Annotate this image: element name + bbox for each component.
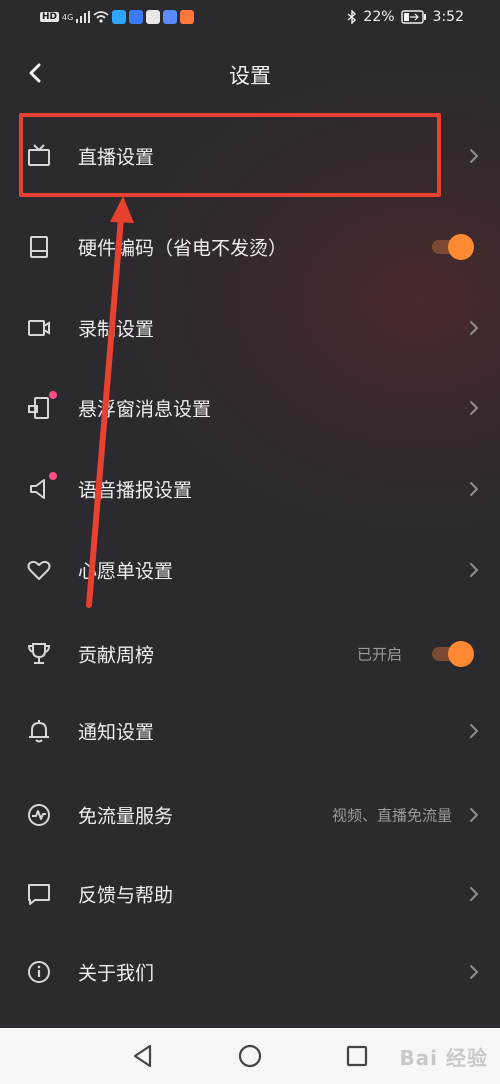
settings-screen: HD 4G 22% 3:52 设置 直播设置 硬件编码（省电不发烫） 录制设置 悬浮窗… (0, 0, 500, 1028)
annotation-arrow (86, 196, 134, 608)
nav-recent-icon[interactable] (344, 1043, 370, 1069)
nav-back-icon[interactable] (130, 1043, 156, 1069)
nav-home-icon[interactable] (237, 1043, 263, 1069)
navigation-bar: Bai 经验 (0, 1028, 500, 1084)
watermark: Bai 经验 (399, 1046, 488, 1070)
